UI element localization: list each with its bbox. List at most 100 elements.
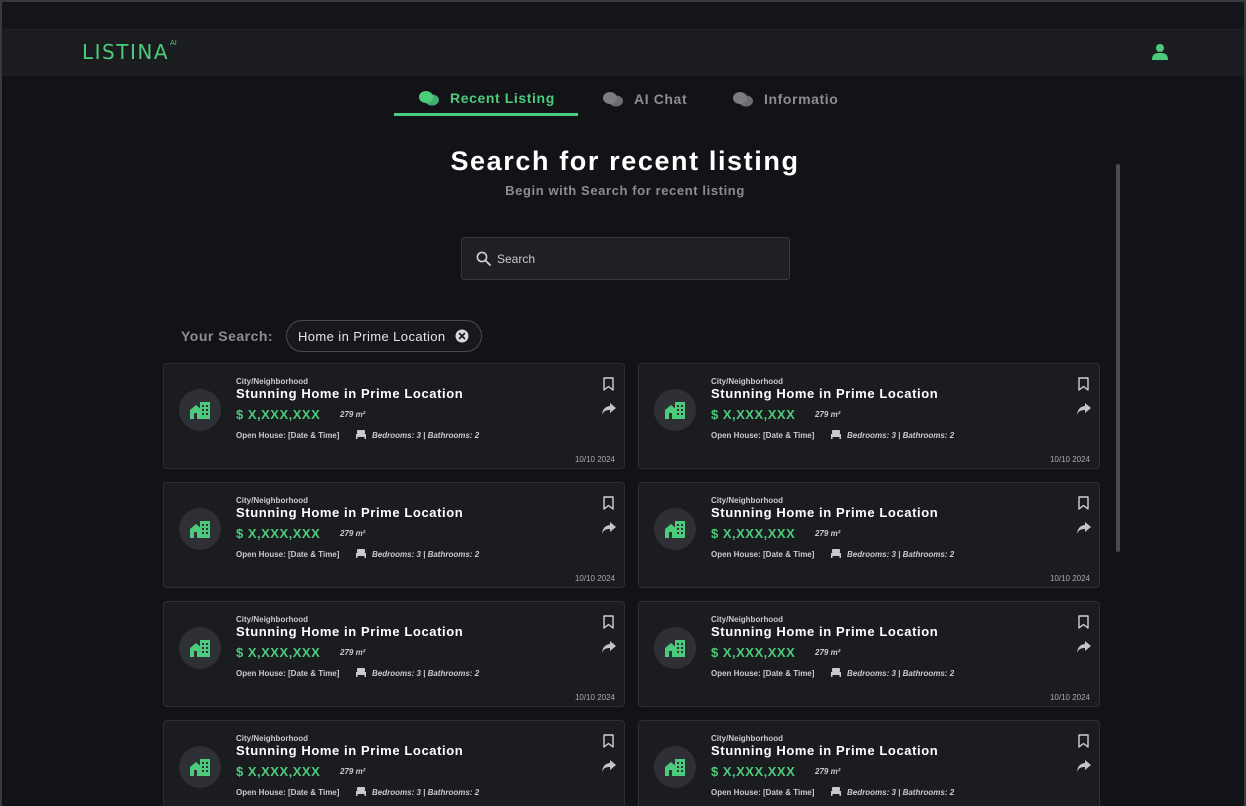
close-icon[interactable] bbox=[455, 329, 469, 343]
tab-recent-listing[interactable]: Recent Listing bbox=[394, 82, 578, 116]
chat-bubbles-icon bbox=[733, 92, 753, 107]
share-icon[interactable] bbox=[1076, 640, 1092, 654]
listing-card[interactable]: City/Neighborhood Stunning Home in Prime… bbox=[163, 482, 625, 588]
listing-city: City/Neighborhood bbox=[236, 377, 308, 386]
listing-card[interactable]: City/Neighborhood Stunning Home in Prime… bbox=[163, 363, 625, 469]
top-band bbox=[2, 2, 1244, 30]
share-icon[interactable] bbox=[1076, 521, 1092, 535]
bed-icon bbox=[356, 549, 366, 558]
listing-rooms: Bedrooms: 3 | Bathrooms: 2 bbox=[847, 550, 955, 559]
search-input[interactable] bbox=[497, 251, 777, 266]
user-icon[interactable] bbox=[1152, 43, 1168, 61]
tab-label: AI Chat bbox=[634, 91, 688, 107]
bed-icon bbox=[831, 787, 841, 796]
tab-label: Recent Listing bbox=[450, 89, 555, 106]
listing-card[interactable]: City/Neighborhood Stunning Home in Prime… bbox=[163, 720, 625, 806]
bookmark-icon[interactable] bbox=[603, 734, 614, 748]
listing-price: $ X,XXX,XXX bbox=[236, 526, 321, 541]
page-title: Search for recent listing bbox=[450, 146, 800, 176]
listing-card[interactable]: City/Neighborhood Stunning Home in Prime… bbox=[638, 720, 1100, 806]
building-icon bbox=[665, 640, 685, 657]
bookmark-icon[interactable] bbox=[603, 377, 614, 391]
search-box[interactable] bbox=[461, 237, 790, 280]
your-search-label: Your Search: bbox=[181, 328, 274, 344]
listing-title: Stunning Home in Prime Location bbox=[236, 743, 464, 758]
bookmark-icon[interactable] bbox=[603, 496, 614, 510]
bed-icon bbox=[356, 668, 366, 677]
listing-date: 10/10 2024 bbox=[1049, 574, 1090, 583]
listing-area: 279 m² bbox=[340, 529, 366, 538]
share-icon[interactable] bbox=[601, 759, 617, 773]
listing-city: City/Neighborhood bbox=[236, 615, 308, 624]
listing-title: Stunning Home in Prime Location bbox=[711, 505, 939, 520]
listing-card[interactable]: City/Neighborhood Stunning Home in Prime… bbox=[638, 482, 1100, 588]
listing-card[interactable]: City/Neighborhood Stunning Home in Prime… bbox=[638, 363, 1100, 469]
bookmark-icon[interactable] bbox=[1078, 496, 1089, 510]
listing-area: 279 m² bbox=[815, 529, 841, 538]
listing-thumbnail bbox=[179, 627, 221, 669]
share-icon[interactable] bbox=[601, 402, 617, 416]
listing-city: City/Neighborhood bbox=[236, 734, 308, 743]
chat-bubbles-icon bbox=[419, 90, 439, 105]
bookmark-icon[interactable] bbox=[1078, 734, 1089, 748]
listing-open-house: Open House: [Date & Time] bbox=[711, 788, 815, 797]
listing-city: City/Neighborhood bbox=[236, 496, 308, 505]
bookmark-icon[interactable] bbox=[1078, 615, 1089, 629]
listing-date: 10/10 2024 bbox=[1049, 693, 1090, 702]
chat-bubbles-icon bbox=[603, 92, 623, 107]
app-header: LISTINAAI bbox=[2, 30, 1244, 76]
listing-city: City/Neighborhood bbox=[711, 615, 783, 624]
listing-rooms: Bedrooms: 3 | Bathrooms: 2 bbox=[372, 669, 480, 678]
listing-date: 10/10 2024 bbox=[574, 574, 615, 583]
listing-card[interactable]: City/Neighborhood Stunning Home in Prime… bbox=[163, 601, 625, 707]
listing-thumbnail bbox=[654, 627, 696, 669]
bookmark-icon[interactable] bbox=[1078, 377, 1089, 391]
share-icon[interactable] bbox=[601, 521, 617, 535]
listing-open-house: Open House: [Date & Time] bbox=[711, 669, 815, 678]
listing-area: 279 m² bbox=[340, 410, 366, 419]
listing-rooms: Bedrooms: 3 | Bathrooms: 2 bbox=[372, 431, 480, 440]
listing-thumbnail bbox=[179, 508, 221, 550]
share-icon[interactable] bbox=[1076, 402, 1092, 416]
listing-date: 10/10 2024 bbox=[1049, 455, 1090, 464]
search-icon bbox=[476, 251, 491, 266]
listing-open-house: Open House: [Date & Time] bbox=[236, 788, 340, 797]
tab-information[interactable]: Informatio bbox=[732, 82, 862, 116]
building-icon bbox=[665, 521, 685, 538]
search-chip[interactable]: Home in Prime Location bbox=[286, 320, 482, 352]
page-subtitle: Begin with Search for recent listing bbox=[505, 183, 745, 198]
scrollbar[interactable] bbox=[1116, 164, 1120, 552]
listing-title: Stunning Home in Prime Location bbox=[711, 624, 939, 639]
listing-thumbnail bbox=[654, 746, 696, 788]
building-icon bbox=[190, 402, 210, 419]
listing-date: 10/10 2024 bbox=[574, 693, 615, 702]
listing-rooms: Bedrooms: 3 | Bathrooms: 2 bbox=[847, 431, 955, 440]
listing-city: City/Neighborhood bbox=[711, 496, 783, 505]
tab-ai-chat[interactable]: AI Chat bbox=[602, 82, 712, 116]
building-icon bbox=[190, 640, 210, 657]
listing-price: $ X,XXX,XXX bbox=[236, 645, 321, 660]
bed-icon bbox=[356, 430, 366, 439]
share-icon[interactable] bbox=[1076, 759, 1092, 773]
listing-open-house: Open House: [Date & Time] bbox=[711, 431, 815, 440]
share-icon[interactable] bbox=[601, 640, 617, 654]
listing-price: $ X,XXX,XXX bbox=[711, 645, 796, 660]
listing-price: $ X,XXX,XXX bbox=[711, 764, 796, 779]
listing-open-house: Open House: [Date & Time] bbox=[236, 550, 340, 559]
listing-area: 279 m² bbox=[340, 767, 366, 776]
app-window: LISTINAAI Recent Listing AI Chat Informa… bbox=[0, 0, 1246, 806]
bed-icon bbox=[831, 549, 841, 558]
building-icon bbox=[190, 759, 210, 776]
logo[interactable]: LISTINAAI bbox=[82, 39, 177, 64]
listing-open-house: Open House: [Date & Time] bbox=[236, 669, 340, 678]
bookmark-icon[interactable] bbox=[603, 615, 614, 629]
listing-date: 10/10 2024 bbox=[574, 455, 615, 464]
listing-card[interactable]: City/Neighborhood Stunning Home in Prime… bbox=[638, 601, 1100, 707]
search-chip-label: Home in Prime Location bbox=[298, 328, 446, 344]
listing-rooms: Bedrooms: 3 | Bathrooms: 2 bbox=[372, 550, 480, 559]
building-icon bbox=[190, 521, 210, 538]
listing-title: Stunning Home in Prime Location bbox=[236, 624, 464, 639]
listing-area: 279 m² bbox=[340, 648, 366, 657]
logo-text: LISTINA bbox=[82, 40, 169, 64]
listing-price: $ X,XXX,XXX bbox=[711, 407, 796, 422]
